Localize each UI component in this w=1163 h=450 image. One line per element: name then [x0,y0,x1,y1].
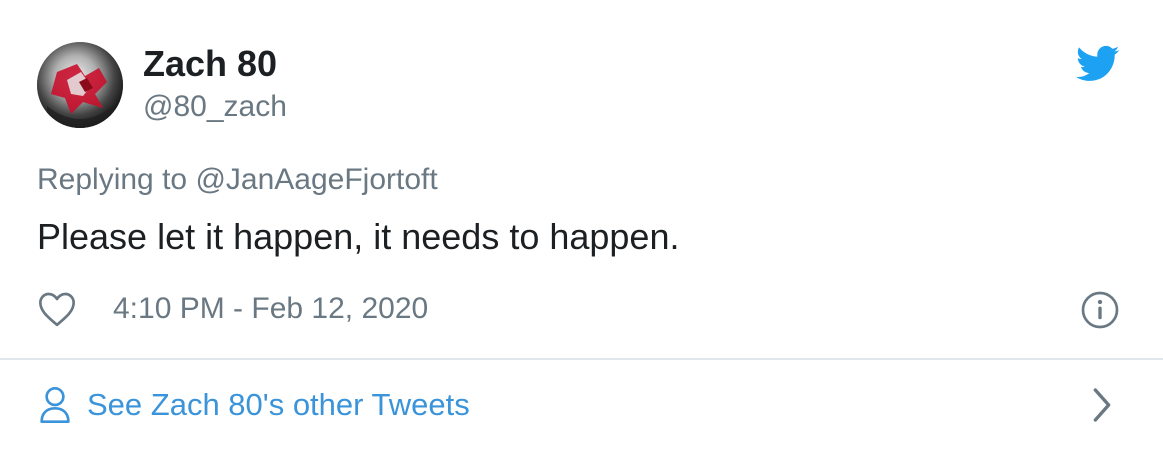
tweet-text: Please let it happen, it needs to happen… [37,216,680,257]
replying-to: Replying to @JanAageFjortoft [37,163,438,197]
twitter-bird-icon[interactable] [1076,45,1120,83]
other-tweets-link[interactable]: See Zach 80's other Tweets [37,383,470,427]
person-icon [40,387,70,423]
replying-mention-link[interactable]: @JanAageFjortoft [195,163,437,196]
divider [0,358,1163,360]
heart-icon[interactable] [37,290,77,328]
chevron-right-icon[interactable] [1089,385,1115,425]
replying-prefix: Replying to [37,163,188,196]
info-icon[interactable] [1080,290,1120,330]
author-name[interactable]: Zach 80 [143,44,277,84]
author-handle[interactable]: @80_zach [143,90,287,124]
avatar-image [37,42,123,128]
tweet-card: Zach 80 @80_zach Replying to @JanAageFjo… [0,0,1163,450]
other-tweets-label: See Zach 80's other Tweets [87,387,470,422]
avatar[interactable] [37,42,123,128]
tweet-timestamp-link[interactable]: 4:10 PM - Feb 12, 2020 [113,291,428,327]
